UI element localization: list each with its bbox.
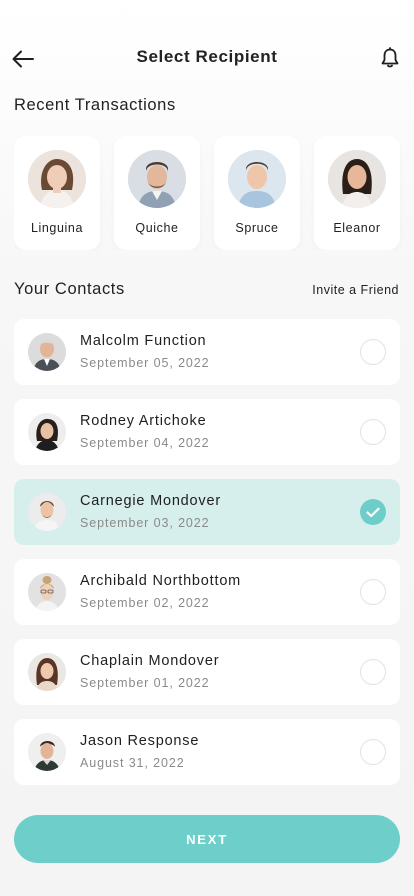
app-header: Select Recipient	[0, 40, 414, 76]
select-radio[interactable]	[360, 739, 386, 765]
avatar	[28, 333, 66, 371]
avatar	[28, 653, 66, 691]
contact-date: September 04, 2022	[80, 436, 210, 450]
avatar	[328, 150, 386, 208]
contact-row[interactable]: Chaplain Mondover September 01, 2022	[14, 639, 400, 705]
select-radio[interactable]	[360, 579, 386, 605]
contact-name: Jason Response	[80, 733, 200, 749]
contact-name: Archibald Northbottom	[80, 573, 242, 589]
contact-date: September 01, 2022	[80, 676, 210, 690]
recent-transactions-heading: Recent Transactions	[14, 96, 176, 114]
recent-contact-name: Eleanor	[333, 221, 381, 235]
select-radio-checked[interactable]	[360, 499, 386, 525]
recent-contact-card[interactable]: Spruce	[214, 136, 300, 250]
recent-transactions-list: Linguina Quiche Spruce Eleanor	[14, 136, 414, 250]
bell-icon	[380, 47, 400, 69]
recent-contact-card[interactable]: Eleanor	[314, 136, 400, 250]
recent-contact-card[interactable]: Linguina	[14, 136, 100, 250]
next-button[interactable]: NEXT	[14, 815, 400, 863]
avatar	[28, 733, 66, 771]
recent-contact-card[interactable]: Quiche	[114, 136, 200, 250]
select-radio[interactable]	[360, 659, 386, 685]
contact-row[interactable]: Jason Response August 31, 2022	[14, 719, 400, 785]
invite-friend-link[interactable]: Invite a Friend	[312, 283, 399, 297]
your-contacts-heading: Your Contacts	[14, 280, 125, 298]
page-title: Select Recipient	[136, 47, 278, 66]
avatar	[28, 413, 66, 451]
notifications-button[interactable]	[378, 46, 402, 70]
contact-name: Malcolm Function	[80, 333, 207, 349]
contact-date: September 02, 2022	[80, 596, 210, 610]
recent-contact-name: Spruce	[235, 221, 279, 235]
select-radio[interactable]	[360, 419, 386, 445]
avatar	[128, 150, 186, 208]
contact-row-selected[interactable]: Carnegie Mondover September 03, 2022	[14, 479, 400, 545]
contact-name: Carnegie Mondover	[80, 493, 221, 509]
avatar	[28, 573, 66, 611]
avatar	[228, 150, 286, 208]
contact-date: August 31, 2022	[80, 756, 185, 770]
recent-contact-name: Quiche	[135, 221, 179, 235]
checkmark-icon	[366, 507, 380, 518]
contacts-list: Malcolm Function September 05, 2022 Rodn…	[14, 319, 400, 799]
contact-row[interactable]: Malcolm Function September 05, 2022	[14, 319, 400, 385]
contact-date: September 05, 2022	[80, 356, 210, 370]
contact-date: September 03, 2022	[80, 516, 210, 530]
contact-row[interactable]: Archibald Northbottom September 02, 2022	[14, 559, 400, 625]
avatar	[28, 150, 86, 208]
select-radio[interactable]	[360, 339, 386, 365]
contact-name: Chaplain Mondover	[80, 653, 220, 669]
contact-row[interactable]: Rodney Artichoke September 04, 2022	[14, 399, 400, 465]
contact-name: Rodney Artichoke	[80, 413, 207, 429]
recent-contact-name: Linguina	[30, 221, 84, 235]
avatar	[28, 493, 66, 531]
